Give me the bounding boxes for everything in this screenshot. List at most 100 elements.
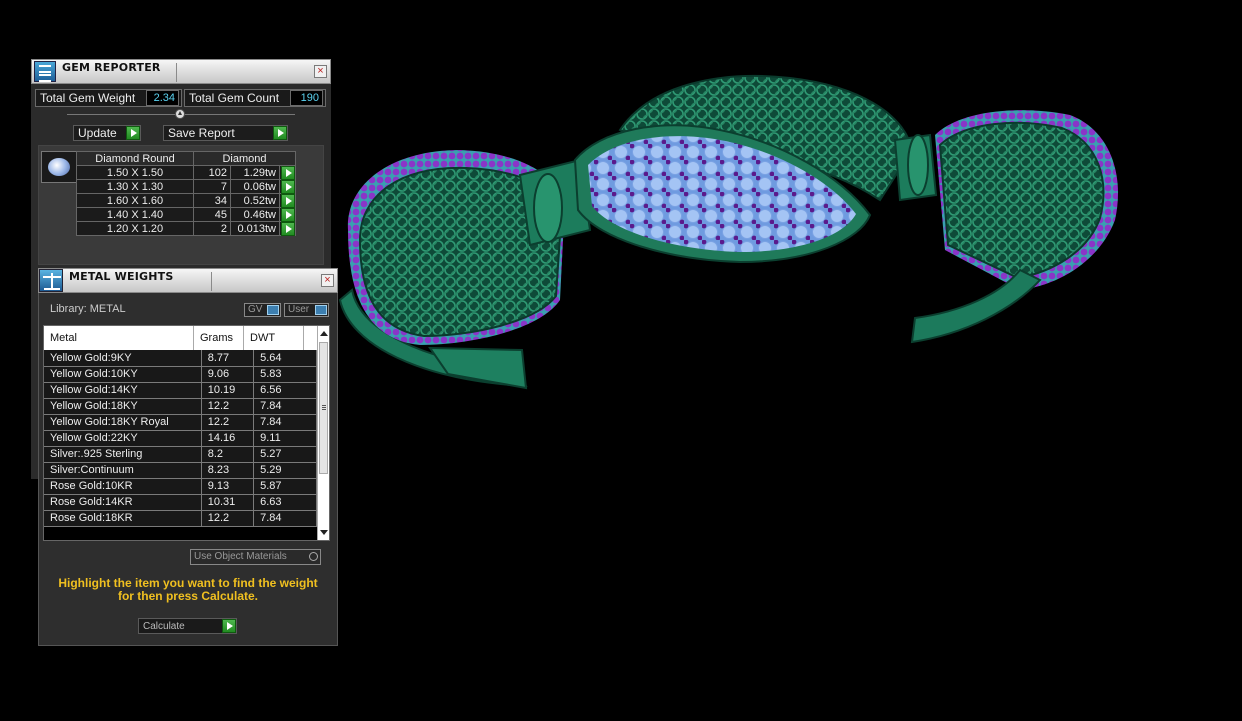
table-row[interactable]: Yellow Gold:18KY 12.2 7.84 (44, 398, 317, 415)
play-icon (281, 208, 295, 222)
calculate-button[interactable]: Calculate (138, 618, 237, 634)
metal-dwt: 9.11 (253, 430, 317, 447)
gem-row-action[interactable] (279, 179, 296, 194)
gem-table-header: Diamond Round Diamond (76, 151, 296, 166)
gem-row-action[interactable] (279, 207, 296, 222)
metal-dwt: 7.84 (253, 510, 317, 527)
metal-grams: 10.19 (201, 382, 255, 399)
gem-row[interactable]: 1.30 X 1.30 7 0.06tw (76, 179, 296, 194)
metal-name: Yellow Gold:18KY Royal (44, 414, 202, 431)
panel-title: METAL WEIGHTS (69, 270, 174, 283)
metal-dwt: 5.27 (253, 446, 317, 463)
metal-name: Silver:Continuum (44, 462, 202, 479)
table-row[interactable]: Rose Gold:14KR 10.31 6.63 (44, 494, 317, 511)
metal-name: Yellow Gold:9KY (44, 350, 202, 367)
metal-name: Rose Gold:14KR (44, 494, 202, 511)
close-button[interactable]: × (321, 274, 334, 287)
table-row[interactable]: Rose Gold:10KR 9.13 5.87 (44, 478, 317, 495)
gem-row[interactable]: 1.40 X 1.40 45 0.46tw (76, 207, 296, 222)
gem-row[interactable]: 1.60 X 1.60 34 0.52tw (76, 193, 296, 208)
metal-name: Rose Gold:18KR (44, 510, 202, 527)
use-object-materials-label: Use Object Materials (194, 551, 287, 562)
update-button[interactable]: Update (73, 125, 141, 141)
play-icon (222, 619, 236, 633)
gem-size: 1.30 X 1.30 (76, 179, 194, 194)
play-icon (273, 126, 287, 140)
use-object-materials-toggle[interactable]: Use Object Materials (190, 549, 321, 565)
gem-weight: 0.06tw (230, 179, 280, 194)
close-icon: × (317, 65, 324, 77)
gem-reporter-icon (34, 61, 56, 82)
chevron-up-icon (178, 111, 182, 115)
table-row[interactable]: Silver:.925 Sterling 8.2 5.27 (44, 446, 317, 463)
scroll-up-icon[interactable] (320, 331, 328, 336)
metal-name: Yellow Gold:14KY (44, 382, 202, 399)
right-connector (893, 133, 938, 202)
table-row[interactable]: Yellow Gold:22KY 14.16 9.11 (44, 430, 317, 447)
table-row[interactable]: Yellow Gold:14KY 10.19 6.56 (44, 382, 317, 399)
table-row[interactable]: Yellow Gold:9KY 8.77 5.64 (44, 350, 317, 367)
metal-dwt: 5.83 (253, 366, 317, 383)
metal-grams: 14.16 (201, 430, 255, 447)
close-button[interactable]: × (314, 65, 327, 78)
scroll-down-icon[interactable] (320, 530, 328, 535)
metal-grams: 8.23 (201, 462, 255, 479)
panel-title: GEM REPORTER (62, 61, 161, 74)
metal-table: Yellow Gold:9KY 8.77 5.64 Yellow Gold:10KY… (44, 350, 317, 527)
table-row[interactable]: Yellow Gold:10KY 9.06 5.83 (44, 366, 317, 383)
play-icon (281, 194, 295, 208)
metal-name: Yellow Gold:10KY (44, 366, 202, 383)
metal-name: Silver:.925 Sterling (44, 446, 202, 463)
metal-weights-titlebar[interactable]: METAL WEIGHTS × (38, 268, 338, 293)
table-row[interactable]: Silver:Continuum 8.23 5.29 (44, 462, 317, 479)
user-toggle[interactable]: User (284, 303, 329, 317)
gem-row-action[interactable] (279, 165, 296, 180)
metal-list[interactable]: Metal Grams DWT Yellow Gold:9KY 8.77 5.64 … (43, 325, 330, 541)
metal-grams: 12.2 (201, 510, 255, 527)
gem-size: 1.20 X 1.20 (76, 221, 194, 236)
table-row[interactable]: Rose Gold:18KR 12.2 7.84 (44, 510, 317, 527)
gem-row[interactable]: 1.20 X 1.20 2 0.013tw (76, 221, 296, 236)
gem-count: 34 (193, 193, 231, 208)
right-shank (910, 268, 1042, 344)
toggle-indicator (309, 552, 318, 561)
gem-row[interactable]: 1.50 X 1.50 102 1.29tw (76, 165, 296, 180)
scroll-thumb[interactable] (319, 342, 328, 474)
total-gem-count-value: 190 (290, 90, 323, 106)
table-row[interactable]: Yellow Gold:18KY Royal 12.2 7.84 (44, 414, 317, 431)
column-header-metal[interactable]: Metal (44, 326, 194, 350)
play-icon (281, 166, 295, 180)
gem-weight: 0.52tw (230, 193, 280, 208)
scale-icon (39, 269, 63, 292)
metal-grams: 10.31 (201, 494, 255, 511)
metal-list-scrollbar[interactable] (317, 326, 329, 540)
metal-grams: 8.2 (201, 446, 255, 463)
metal-grams: 9.13 (201, 478, 255, 495)
save-report-button[interactable]: Save Report (163, 125, 288, 141)
gem-weight: 0.013tw (230, 221, 280, 236)
metal-dwt: 5.29 (253, 462, 317, 479)
gv-toggle[interactable]: GV (244, 303, 281, 317)
gem-size: 1.60 X 1.60 (76, 193, 194, 208)
gem-row-action[interactable] (279, 193, 296, 208)
metal-name: Yellow Gold:18KY (44, 398, 202, 415)
metal-grams: 12.2 (201, 414, 255, 431)
close-icon: × (324, 274, 331, 286)
metal-dwt: 6.63 (253, 494, 317, 511)
metal-name: Rose Gold:10KR (44, 478, 202, 495)
title-divider (211, 272, 212, 291)
gem-table: Diamond Round Diamond 1.50 X 1.50 102 1.… (76, 151, 296, 236)
splitter-handle[interactable] (175, 109, 185, 119)
column-header-dwt[interactable]: DWT (244, 326, 304, 350)
round-diamond-icon (48, 158, 70, 176)
diamond-shape-thumbnail[interactable] (41, 151, 77, 183)
gem-row-action[interactable] (279, 221, 296, 236)
gem-reporter-titlebar[interactable]: GEM REPORTER × (31, 59, 331, 84)
metal-grams: 9.06 (201, 366, 255, 383)
gem-count: 7 (193, 179, 231, 194)
model-viewport[interactable] (330, 60, 1142, 400)
column-header-grams[interactable]: Grams (194, 326, 244, 350)
calculate-label: Calculate (143, 621, 185, 632)
play-icon (281, 222, 295, 236)
save-report-label: Save Report (168, 126, 235, 140)
